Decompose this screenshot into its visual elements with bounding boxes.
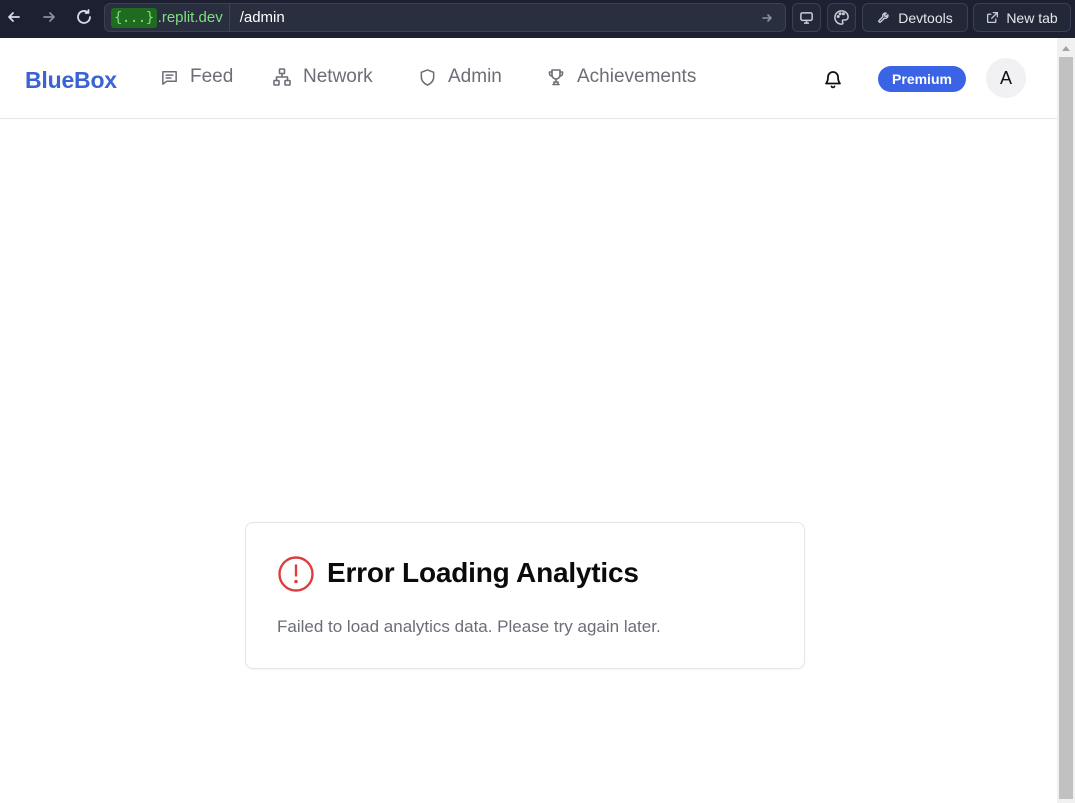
reload-icon xyxy=(77,9,91,24)
devtools-button[interactable]: Devtools xyxy=(862,3,968,32)
nav-label-feed: Feed xyxy=(190,66,234,87)
bell-icon xyxy=(825,71,841,89)
arrow-left-icon xyxy=(8,12,20,22)
error-title: Error Loading Analytics xyxy=(327,557,639,588)
premium-badge[interactable]: Premium xyxy=(878,66,966,92)
forward-button[interactable] xyxy=(37,5,61,29)
network-icon xyxy=(273,68,291,86)
go-button[interactable] xyxy=(757,8,777,28)
trophy-icon xyxy=(548,69,564,86)
nav-item-admin[interactable]: Admin xyxy=(418,66,502,88)
page-scrollbar[interactable] xyxy=(1057,38,1075,803)
url-path[interactable]: /admin xyxy=(240,9,757,26)
back-button[interactable] xyxy=(2,5,26,29)
browser-toolbar: {...} .replit.dev /admin Devtools New ta… xyxy=(0,0,1075,38)
alert-circle-icon xyxy=(277,555,315,593)
palette-icon xyxy=(834,10,849,25)
error-card: Error Loading Analytics Failed to load a… xyxy=(245,522,805,669)
nav-item-network[interactable]: Network xyxy=(272,66,373,88)
theme-button[interactable] xyxy=(827,3,856,32)
nav-label-network: Network xyxy=(303,66,373,87)
devtools-label: Devtools xyxy=(898,9,953,26)
external-link-icon xyxy=(987,11,999,24)
nav-label-achievements: Achievements xyxy=(577,66,697,87)
avatar[interactable]: A xyxy=(986,58,1026,98)
new-tab-label: New tab xyxy=(1006,9,1058,26)
logo[interactable]: BlueBox xyxy=(25,67,117,94)
nav-item-feed[interactable]: Feed xyxy=(160,66,233,88)
message-square-icon xyxy=(162,70,177,85)
url-host: {...} .replit.dev xyxy=(105,4,230,31)
app-header: BlueBox Feed Network Admin Achievements … xyxy=(0,38,1057,119)
url-domain: .replit.dev xyxy=(157,9,223,26)
reload-button[interactable] xyxy=(72,5,96,29)
monitor-icon xyxy=(800,12,813,24)
arrow-right-icon xyxy=(762,13,772,22)
new-tab-button[interactable]: New tab xyxy=(973,3,1071,32)
device-preview-button[interactable] xyxy=(792,3,821,32)
arrow-right-icon xyxy=(43,12,55,22)
shield-icon xyxy=(420,68,435,86)
wrench-icon xyxy=(878,11,889,23)
scrollbar-thumb[interactable] xyxy=(1059,57,1073,799)
url-badge: {...} xyxy=(111,7,157,28)
scroll-up-arrow[interactable] xyxy=(1062,46,1070,51)
notifications-button[interactable] xyxy=(822,68,844,90)
address-bar[interactable]: {...} .replit.dev /admin xyxy=(104,3,786,32)
nav-item-achievements[interactable]: Achievements xyxy=(546,66,696,88)
nav-label-admin: Admin xyxy=(448,66,502,87)
error-message: Failed to load analytics data. Please tr… xyxy=(277,617,661,636)
